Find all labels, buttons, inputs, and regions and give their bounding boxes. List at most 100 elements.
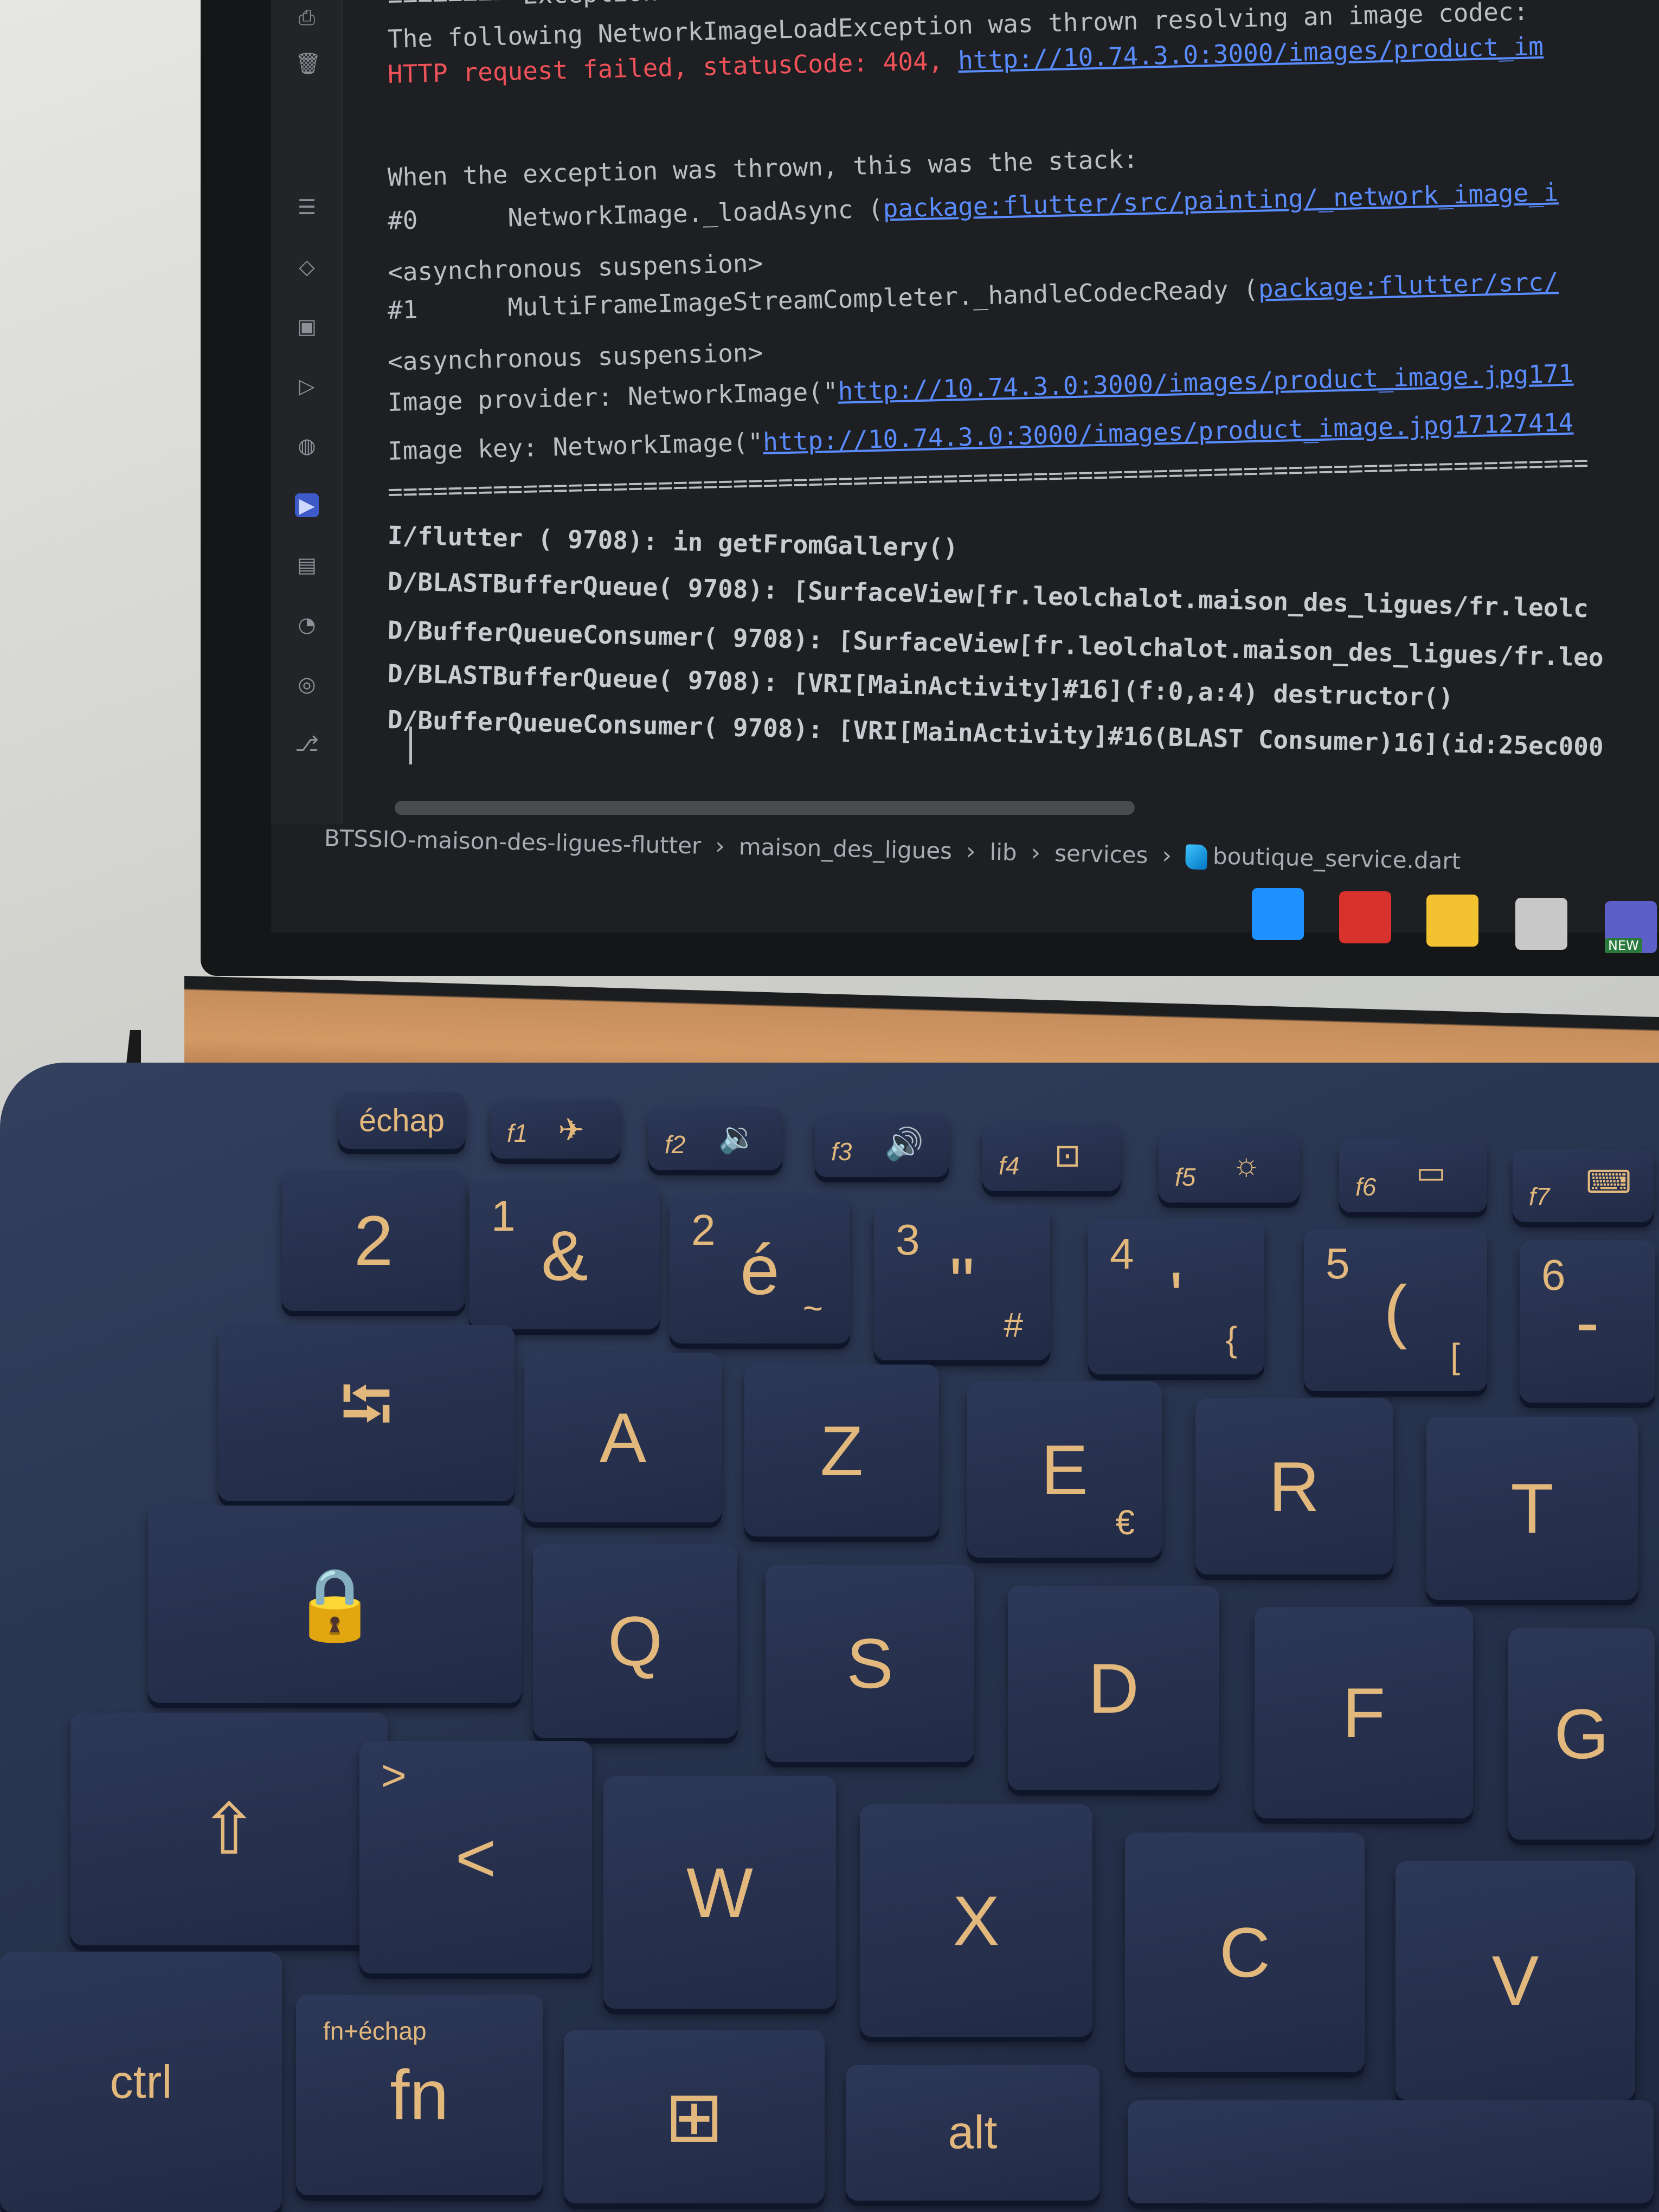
key-main-label: X	[953, 1881, 1000, 1960]
key-main-label: T	[1510, 1469, 1554, 1548]
console-link[interactable]: package:flutter/src/	[1258, 267, 1559, 304]
teams-icon[interactable]: NEW	[1605, 901, 1657, 953]
key-main-label: ⇧	[200, 1789, 259, 1869]
key-fn-label: f4	[999, 1152, 1020, 1180]
key-D[interactable]: D	[1008, 1586, 1219, 1790]
key-ctrl[interactable]: ctrl	[0, 1952, 282, 2212]
horizontal-scrollbar[interactable]	[395, 801, 1135, 815]
key-X[interactable]: X	[860, 1804, 1092, 2037]
key-symbol6[interactable]: -6	[1520, 1240, 1655, 1403]
terminal-icon[interactable]	[1515, 898, 1567, 950]
console-link[interactable]: http://10.74.3.0:3000/images/product_im	[957, 31, 1544, 75]
key-symbol0[interactable]: ⭾	[218, 1325, 515, 1501]
console-text: <asynchronous suspension>	[387, 248, 763, 287]
key-main-label: Q	[607, 1601, 663, 1681]
breadcrumb-item[interactable]: lib	[989, 838, 1017, 865]
printer-icon[interactable]: ⎙	[295, 5, 319, 29]
console-link[interactable]: package:flutter/src/painting/_network_im…	[883, 177, 1559, 223]
console-link[interactable]: http://10.74.3.0:3000/images/product_ima…	[762, 408, 1573, 457]
key-Z[interactable]: Z	[744, 1365, 939, 1536]
gem-icon[interactable]: ◇	[295, 255, 319, 279]
key-top-label: 6	[1541, 1251, 1566, 1299]
key-symbol4[interactable]: ' 4{	[1088, 1219, 1264, 1374]
key-G[interactable]: G	[1508, 1628, 1655, 1840]
dart-file-icon	[1185, 844, 1208, 870]
play-circle-icon[interactable]: ▷	[295, 374, 319, 398]
terminal-icon[interactable]: ▤	[295, 553, 319, 577]
key-f3[interactable]: f3 🔊	[815, 1114, 949, 1177]
key-symbol2[interactable]: é 2 ~	[670, 1195, 850, 1343]
key-fn-label: f1	[507, 1119, 528, 1147]
key-2[interactable]: 2	[282, 1170, 465, 1311]
key-fn[interactable]: fn fn+échap	[296, 1995, 543, 2195]
key-V[interactable]: V	[1396, 1861, 1635, 2100]
error-text: HTTP request failed, statusCode: 404,	[387, 46, 959, 89]
key-fn-label: f5	[1175, 1163, 1196, 1191]
console-line: <asynchronous suspension>	[387, 248, 763, 287]
key-E[interactable]: E €	[967, 1381, 1162, 1558]
key-main-label: Z	[820, 1411, 864, 1490]
list-icon[interactable]: ☰	[295, 195, 319, 219]
key-W[interactable]: W	[603, 1776, 836, 2009]
function-icon: ✈	[558, 1112, 584, 1148]
key-main-label: -	[1576, 1282, 1599, 1361]
key-top-label: 3	[896, 1216, 920, 1264]
breadcrumb-item[interactable]: BTSSIO-maison-des-ligues-flutter	[324, 825, 701, 859]
console-line: D/BLASTBufferQueue( 9708): [SurfaceView[…	[387, 567, 1589, 623]
key-symbol3[interactable]: " 3 #	[874, 1205, 1050, 1360]
file-explorer-icon[interactable]	[1426, 895, 1478, 947]
key-R[interactable]: R	[1195, 1398, 1393, 1574]
function-icon: ⌨	[1586, 1165, 1631, 1200]
key-main-label: ctrl	[110, 2056, 172, 2108]
key-T[interactable]: T	[1426, 1417, 1638, 1600]
trash-icon[interactable]: 🗑	[295, 52, 321, 75]
console-line: I/flutter ( 9708): in getFromGallery()	[387, 520, 958, 563]
key-f6[interactable]: f6 ▭	[1339, 1139, 1487, 1212]
key-symbol1[interactable]: < >	[359, 1741, 592, 1973]
console-line: ======== Exception	[387, 0, 658, 13]
key-f5[interactable]: f5 ☼	[1159, 1132, 1300, 1203]
laptop-screen: ⎙🗑☰◇▣▷◍▶▤◔◎⎇ ======== ExceptionThe follo…	[271, 0, 1659, 953]
function-icon: ⊡	[1054, 1138, 1081, 1173]
key-f4[interactable]: f4 ⊡	[982, 1123, 1121, 1191]
app-icon[interactable]	[1339, 891, 1391, 943]
services-icon[interactable]: ◎	[295, 672, 319, 696]
key-Q[interactable]: Q	[533, 1544, 737, 1738]
key-main-label: R	[1269, 1446, 1320, 1526]
key-S[interactable]: S	[766, 1565, 974, 1762]
breadcrumb-separator: ›	[1161, 841, 1172, 870]
key-fn-label: f2	[665, 1130, 686, 1159]
key-A[interactable]: A	[524, 1353, 722, 1522]
windows-start-icon[interactable]	[1252, 888, 1304, 940]
device-icon[interactable]: ▣	[295, 314, 319, 338]
breadcrumb-separator: ›	[715, 832, 725, 860]
key-alt[interactable]: alt	[846, 2065, 1099, 2201]
key-F[interactable]: F	[1255, 1607, 1473, 1818]
key-symbol0[interactable]: 🔒	[148, 1506, 522, 1703]
key-C[interactable]: C	[1125, 1832, 1365, 2072]
console-link[interactable]: http://10.74.3.0:3000/images/product_ima…	[838, 359, 1574, 406]
console-text: D/BufferQueueConsumer( 9708): [VRI[MainA…	[387, 705, 1604, 762]
breadcrumb-item[interactable]: boutique_service.dart	[1185, 842, 1461, 875]
key-f2[interactable]: f2 🔉	[648, 1107, 782, 1170]
key-symbol5[interactable]: (5[	[1304, 1229, 1487, 1391]
key-chap[interactable]: échap	[338, 1092, 465, 1149]
problems-icon[interactable]: ◔	[295, 613, 319, 636]
key-symbol2[interactable]: ⊞	[564, 2030, 825, 2203]
console-text: D/BLASTBufferQueue( 9708): [SurfaceView[…	[387, 567, 1589, 623]
key-f7[interactable]: f7 ⌨	[1513, 1149, 1654, 1222]
key-bottom-label: {	[1225, 1320, 1237, 1359]
key-main-label: V	[1491, 1941, 1539, 2020]
key-key[interactable]	[1128, 2100, 1654, 2203]
key-main-label: W	[686, 1853, 753, 1932]
breadcrumb-item[interactable]: maison_des_ligues	[738, 833, 952, 864]
console-text: #0 NetworkImage._loadAsync (	[387, 194, 884, 235]
key-main-label: A	[599, 1398, 647, 1477]
run-icon[interactable]: ▶	[295, 493, 319, 517]
git-icon[interactable]: ⎇	[295, 732, 319, 756]
plugin-icon[interactable]: ◍	[295, 434, 319, 458]
key-f1[interactable]: f1 ✈	[491, 1099, 620, 1159]
key-symbol1[interactable]: & 1	[470, 1181, 660, 1329]
breadcrumb-item[interactable]: services	[1054, 840, 1148, 869]
key-symbol0[interactable]: ⇧	[70, 1713, 388, 1945]
